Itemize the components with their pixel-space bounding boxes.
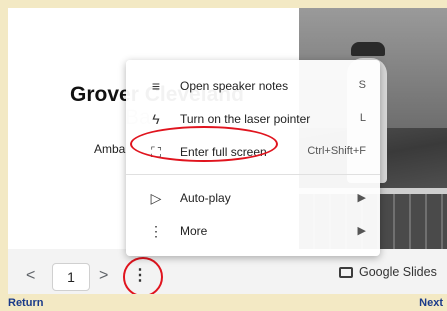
submenu-arrow-icon: ▶ (357, 192, 366, 204)
menu-item-shortcut: Ctrl+Shift+F (307, 145, 366, 157)
laser-pointer-icon: ϟ (152, 111, 160, 127)
google-slides-link[interactable]: Google Slides (339, 265, 437, 279)
highlight-circle-full-screen (130, 126, 278, 162)
menu-item-speaker-notes[interactable]: ≡ Open speaker notes S (126, 72, 380, 100)
presentation-frame: Grover Cleveland Ba Amba < 1 > ⋮ Google … (8, 8, 447, 294)
more-vert-icon: ⋮ (149, 222, 163, 239)
menu-item-label: Open speaker notes (180, 79, 289, 93)
google-slides-label: Google Slides (359, 265, 437, 279)
menu-item-shortcut: S (358, 79, 366, 91)
menu-item-label: More (180, 224, 208, 238)
previous-slide-button[interactable]: < (26, 267, 35, 285)
speaker-notes-icon: ≡ (151, 78, 161, 94)
play-icon: ▷ (150, 189, 162, 206)
menu-item-shortcut: L (359, 112, 366, 124)
page-number-input[interactable]: 1 (52, 263, 90, 291)
menu-item-more[interactable]: ⋮ More ▶ (126, 217, 380, 245)
slides-icon (339, 266, 353, 278)
highlight-circle-more (123, 257, 163, 294)
menu-item-auto-play[interactable]: ▷ Auto-play ▶ (126, 184, 380, 212)
submenu-arrow-icon: ▶ (357, 225, 366, 237)
menu-item-label: Auto-play (180, 191, 231, 205)
return-link[interactable]: Return (8, 297, 43, 309)
slide-caption: Amba (94, 142, 126, 156)
menu-item-label: Turn on the laser pointer (180, 112, 311, 126)
next-slide-button[interactable]: > (99, 267, 108, 285)
menu-divider (126, 174, 380, 175)
next-link[interactable]: Next (419, 297, 443, 309)
